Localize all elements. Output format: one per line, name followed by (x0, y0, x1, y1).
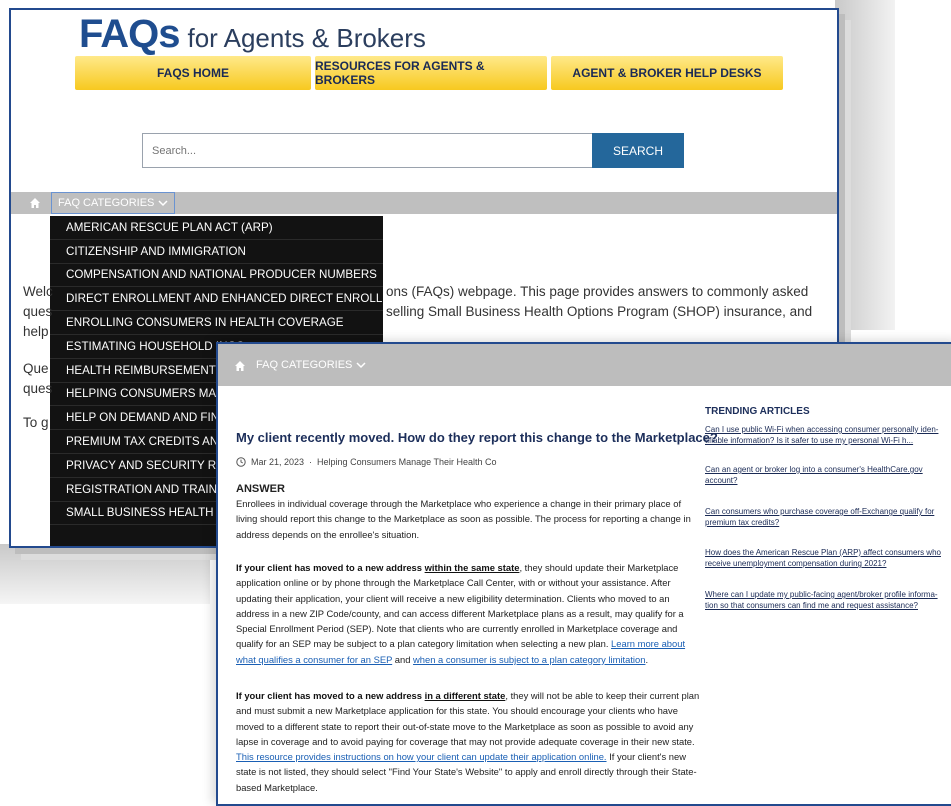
paragraph-text: . (645, 653, 649, 665)
intro-text-line: selling Small Business Health Options Pr… (386, 304, 813, 319)
faq-categories-toggle[interactable]: FAQ CATEGORIES (51, 192, 176, 214)
decorative-shadow (0, 544, 210, 604)
answer-paragraph: If your client has moved to a new addres… (236, 688, 702, 795)
trending-article-link[interactable]: Can I use public Wi-Fi when accessing co… (705, 424, 945, 446)
logo-sub-text: for Agents & Brokers (187, 23, 426, 53)
intro-fragment: Welc (23, 284, 53, 299)
intro-fragment: Que (23, 361, 49, 376)
category-bar: FAQ CATEGORIES (218, 344, 951, 386)
trending-heading: TRENDING ARTICLES (705, 406, 810, 417)
search-button[interactable]: SEARCH (592, 133, 684, 168)
trending-article-link[interactable]: How does the American Rescue Plan (ARP) … (705, 547, 945, 569)
category-bar: FAQ CATEGORIES (11, 192, 837, 214)
trending-article-link[interactable]: Can an agent or broker log into a consum… (705, 464, 945, 486)
intro-text-line: ons (FAQs) webpage. This page provides a… (386, 284, 809, 299)
article-category[interactable]: Helping Consumers Manage Their Health Co (317, 457, 496, 467)
intro-fragment: ques (23, 304, 53, 319)
paragraph-emphasis: within the same state (424, 562, 520, 573)
answer-paragraph: Enrollees in individual coverage through… (236, 498, 691, 540)
home-icon[interactable] (29, 197, 41, 209)
category-item[interactable]: CITIZENSHIP AND IMMIGRATION (50, 240, 383, 264)
top-nav: FAQS HOME RESOURCES FOR AGENTS & BROKERS… (75, 56, 783, 90)
trending-article-link[interactable]: Where can I update my public-facing agen… (705, 589, 945, 611)
search-bar: SEARCH (142, 133, 684, 168)
faq-categories-label: FAQ CATEGORIES (58, 197, 155, 209)
nav-help-desks[interactable]: AGENT & BROKER HELP DESKS (551, 56, 783, 90)
site-logo[interactable]: FAQs for Agents & Brokers (79, 14, 426, 54)
category-item[interactable]: COMPENSATION AND NATIONAL PRODUCER NUMBE… (50, 264, 383, 288)
answer-heading: ANSWER (236, 483, 285, 495)
category-item[interactable]: DIRECT ENROLLMENT AND ENHANCED DIRECT EN… (50, 287, 383, 312)
intro-fragment: help (23, 324, 49, 339)
plan-category-limitation-link[interactable]: when a consumer is subject to a plan cat… (413, 654, 645, 665)
nav-faqs-home[interactable]: FAQS HOME (75, 56, 311, 90)
clock-icon (236, 457, 246, 467)
paragraph-lead: If your client has moved to a new addres… (236, 690, 425, 701)
search-input[interactable] (142, 133, 592, 168)
chevron-down-icon (158, 200, 168, 207)
faq-article-window: FAQ CATEGORIES My client recently moved.… (216, 342, 951, 806)
paragraph-text: and (392, 653, 414, 665)
paragraph-lead: If your client has moved to a new addres… (236, 562, 425, 573)
faq-categories-label: FAQ CATEGORIES (256, 359, 353, 371)
home-icon[interactable] (234, 360, 246, 372)
article-meta: Mar 21, 2023 · Helping Consumers Manage … (236, 457, 496, 467)
logo-faqs-text: FAQs (79, 12, 180, 56)
article-date: Mar 21, 2023 (251, 457, 305, 467)
faq-categories-toggle[interactable]: FAQ CATEGORIES (256, 359, 366, 371)
trending-article-link[interactable]: Can consumers who purchase coverage off-… (705, 506, 945, 528)
paragraph-text: , they should update their Marketplace a… (236, 562, 684, 650)
meta-separator: · (309, 457, 313, 467)
decorative-shadow (835, 0, 895, 330)
answer-paragraph: If your client has moved to a new addres… (236, 560, 702, 667)
nav-resources[interactable]: RESOURCES FOR AGENTS & BROKERS (315, 56, 547, 90)
intro-fragment: To g (23, 415, 49, 430)
paragraph-emphasis: in a different state (424, 690, 506, 701)
update-application-link[interactable]: This resource provides instructions on h… (236, 751, 607, 762)
article-title: My client recently moved. How do they re… (236, 430, 718, 445)
chevron-down-icon (356, 362, 366, 369)
category-item[interactable]: ENROLLING CONSUMERS IN HEALTH COVERAGE (50, 311, 383, 335)
intro-fragment: ques (23, 381, 53, 396)
category-item[interactable]: AMERICAN RESCUE PLAN ACT (ARP) (50, 216, 383, 240)
